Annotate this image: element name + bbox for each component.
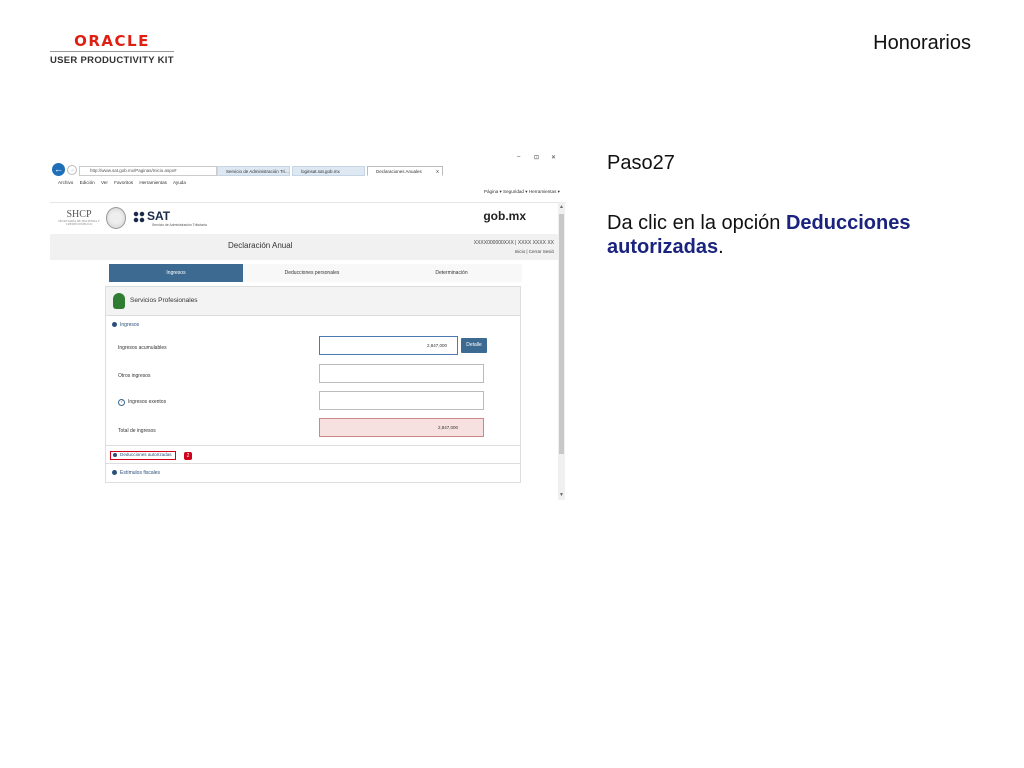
- sat-wordmark: SAT: [147, 209, 171, 223]
- deducciones-autorizadas-label: Deducciones autorizadas: [120, 452, 172, 457]
- declaracion-bar: Declaración Anual XXXX000000XXX | XXXX X…: [50, 234, 560, 260]
- national-seal-icon: [106, 207, 126, 229]
- browser-tab-declaraciones-label: Declaraciones Anuales: [376, 169, 422, 174]
- otros-ingresos-label: Otros ingresos: [118, 373, 151, 379]
- declaration-tabs: Ingresos Deducciones personales Determin…: [109, 264, 522, 282]
- servicios-profesionales-panel: Servicios Profesionales Ingresos Ingreso…: [105, 286, 521, 483]
- total-ingresos-label: Total de ingresos: [118, 428, 156, 434]
- page-scrollbar[interactable]: ▲ ▼: [558, 202, 565, 500]
- section-ingresos[interactable]: Ingresos: [112, 322, 139, 328]
- minimize-icon[interactable]: –: [517, 154, 520, 160]
- ingresos-exentos-label: Ingresos exentos: [128, 399, 167, 405]
- tab-deducciones-personales[interactable]: Deducciones personales: [243, 264, 381, 282]
- browser-commandbar[interactable]: Página ▾ Seguridad ▾ Herramientas ▾: [484, 189, 560, 195]
- menu-ver[interactable]: Ver: [101, 180, 108, 185]
- step-badge: 2: [184, 452, 192, 460]
- section-divider: [106, 463, 520, 464]
- menu-edicion[interactable]: Edición: [80, 180, 95, 185]
- menu-favoritos[interactable]: Favoritos: [114, 180, 133, 185]
- section-ingresos-label: Ingresos: [120, 322, 140, 328]
- ingresos-exentos-row: ? Ingresos exentos: [118, 399, 166, 406]
- forward-arrow-icon[interactable]: →: [67, 165, 77, 175]
- step-instruction: Da clic en la opción Deducciones autoriz…: [607, 211, 967, 259]
- back-arrow-icon[interactable]: ←: [52, 163, 65, 176]
- browser-titlebar: ← → http://www.sat.gob.mx/Paginas/Inicio…: [50, 152, 566, 178]
- tab-close-icon[interactable]: X: [436, 167, 439, 175]
- slide-title: Honorarios: [873, 32, 971, 54]
- browser-tab-declaraciones[interactable]: Declaraciones Anuales X: [367, 166, 443, 176]
- session-links[interactable]: Inicio | Cerrar Sesió: [515, 249, 554, 254]
- expand-icon: [113, 452, 117, 457]
- shcp-logo: SHCP SECRETARÍA DE HACIENDA Y CRÉDITO PÚ…: [58, 209, 100, 226]
- upk-wordmark: USER PRODUCTIVITY KIT: [50, 55, 174, 66]
- menu-herramientas[interactable]: Herramientas: [139, 180, 167, 185]
- sat-logo: SAT: [133, 209, 170, 223]
- section-divider: [106, 445, 520, 446]
- tab-ingresos[interactable]: Ingresos: [109, 264, 243, 282]
- oracle-upk-logo: ORACLE USER PRODUCTIVITY KIT: [50, 33, 174, 66]
- deducciones-autorizadas-link[interactable]: Deducciones autorizadas: [110, 451, 176, 460]
- instruction-prefix: Da clic en la opción: [607, 212, 786, 234]
- browser-menubar: Archivo Edición Ver Favoritos Herramient…: [50, 178, 566, 187]
- sat-subtitle: Servicio de Administración Tributaria: [152, 223, 207, 227]
- close-window-icon[interactable]: ✕: [551, 154, 556, 161]
- sat-dots-icon: [133, 210, 145, 223]
- panel-title: Servicios Profesionales: [130, 297, 198, 304]
- total-ingresos-field: 2,847,000: [319, 418, 484, 437]
- menu-archivo[interactable]: Archivo: [58, 180, 73, 185]
- restore-icon[interactable]: ⊡: [534, 154, 539, 161]
- ingresos-acumulables-field[interactable]: 2,847,000: [319, 336, 458, 355]
- scroll-thumb[interactable]: [559, 214, 564, 454]
- otros-ingresos-field[interactable]: [319, 364, 484, 383]
- ingresos-exentos-field[interactable]: [319, 391, 484, 410]
- person-icon: [113, 293, 125, 309]
- shcp-subtitle: SECRETARÍA DE HACIENDA Y CRÉDITO PÚBLICO: [58, 219, 100, 226]
- tab-determinacion[interactable]: Determinación: [381, 264, 522, 282]
- collapse-icon: [112, 322, 117, 328]
- ingresos-acumulables-label: Ingresos acumulables: [118, 345, 167, 351]
- step-label: Paso27: [607, 152, 675, 174]
- oracle-wordmark: ORACLE: [74, 32, 150, 50]
- expand-icon: [112, 470, 117, 476]
- declaracion-title: Declaración Anual: [228, 241, 293, 250]
- address-bar[interactable]: http://www.sat.gob.mx/Paginas/Inicio.asp…: [79, 166, 217, 176]
- logo-divider: [50, 51, 174, 52]
- section-estimulos-label: Estímulos fiscales: [120, 470, 161, 476]
- detalle-button[interactable]: Detalle: [461, 338, 487, 353]
- sat-page-header: SHCP SECRETARÍA DE HACIENDA Y CRÉDITO PÚ…: [50, 202, 566, 234]
- menu-ayuda[interactable]: Ayuda: [173, 180, 186, 185]
- browser-tab-login[interactable]: loginsat.sat.gob.mx: [292, 166, 365, 176]
- scroll-down-icon[interactable]: ▼: [558, 492, 565, 498]
- help-icon[interactable]: ?: [118, 399, 125, 406]
- gobmx-logo: gob.mx: [483, 209, 526, 223]
- scroll-up-icon[interactable]: ▲: [558, 204, 565, 210]
- browser-tab-sat[interactable]: Servicio de Administración Tri...: [217, 166, 290, 176]
- user-rfc: XXXX000000XXX | XXXX XXXX XX: [473, 240, 554, 246]
- instruction-suffix: .: [718, 236, 724, 258]
- section-estimulos[interactable]: Estímulos fiscales: [112, 470, 160, 476]
- panel-header: Servicios Profesionales: [106, 287, 520, 316]
- browser-screenshot: ← → http://www.sat.gob.mx/Paginas/Inicio…: [50, 152, 566, 500]
